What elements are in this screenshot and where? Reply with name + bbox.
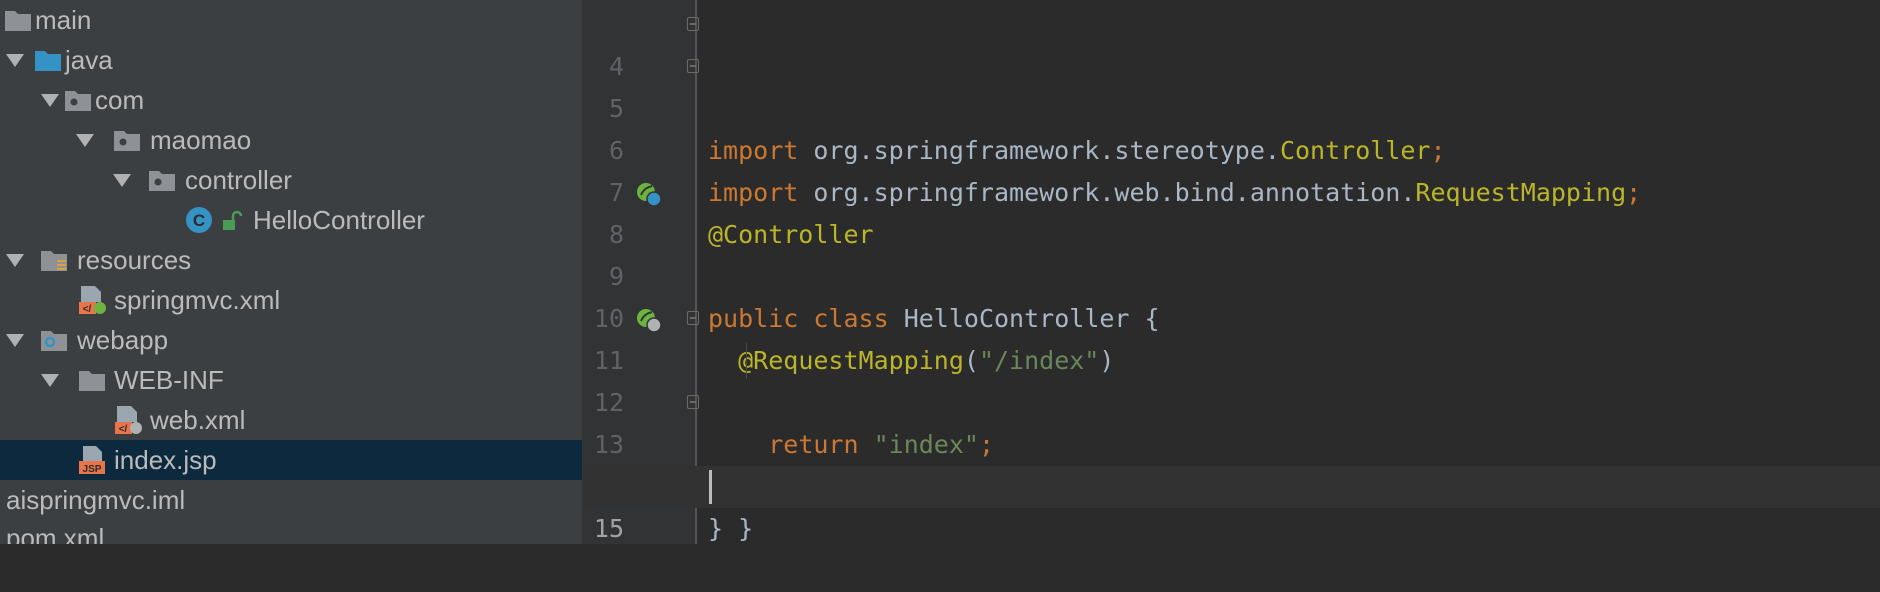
tree-item-java[interactable]: java — [0, 40, 582, 80]
chevron-down-icon[interactable] — [113, 174, 131, 187]
code-line: 9 — [584, 214, 1880, 291]
code-line: 10 @RequestMapping("/index") — [584, 256, 1880, 375]
code-line: 13 } — [584, 382, 1880, 543]
chevron-down-icon[interactable] — [6, 254, 24, 267]
chevron-down-icon[interactable] — [41, 374, 59, 387]
tree-item-webapp[interactable]: webapp — [0, 320, 582, 360]
tree-item-label: HelloController — [253, 205, 425, 235]
fold-icon[interactable] — [687, 59, 699, 73]
indent-guide — [746, 343, 747, 379]
web-xml-icon: </ — [115, 406, 142, 435]
tree-item-label: webapp — [77, 325, 169, 355]
code-line: 12 return "index"; — [584, 340, 1880, 459]
spring-bean-gutter-icon[interactable] — [634, 180, 664, 208]
tree-item-aispringmvc-iml[interactable]: aispringmvc.iml — [0, 480, 582, 520]
fold-icon[interactable] — [687, 395, 699, 409]
tree-item-hellocontroller[interactable]: C HelloController — [0, 200, 582, 240]
svg-text:</: </ — [83, 304, 92, 315]
chevron-down-icon[interactable] — [41, 94, 59, 107]
code-editor[interactable]: 4 import org.springframework.stereotype.… — [584, 0, 1880, 544]
java-class-icon: C — [186, 207, 212, 233]
package-icon — [149, 171, 175, 191]
tree-item-web-xml[interactable]: </ web.xml — [0, 400, 582, 440]
project-tree: main java com maomao controller C HelloC… — [0, 0, 582, 544]
folder-icon — [5, 11, 31, 31]
code-line: 8 public class HelloController { — [584, 172, 1880, 333]
tree-item-index-jsp[interactable]: JSP index.jsp — [0, 440, 582, 480]
tree-item-label: controller — [185, 165, 292, 195]
fold-icon[interactable] — [687, 17, 699, 31]
tree-item-label: com — [95, 85, 145, 115]
tree-item-label: aispringmvc.iml — [6, 485, 186, 515]
code-line: 4 import org.springframework.stereotype.… — [584, 4, 1880, 165]
chevron-down-icon[interactable] — [6, 54, 24, 67]
tree-item-label: WEB-INF — [114, 365, 224, 395]
tree-item-com[interactable]: com — [0, 80, 582, 120]
source-folder-icon — [35, 51, 61, 71]
jsp-file-icon: JSP — [79, 446, 105, 475]
tree-item-resources[interactable]: resources — [0, 240, 582, 280]
tree-item-label: main — [35, 5, 92, 35]
folder-icon — [79, 371, 105, 391]
package-icon — [65, 91, 91, 111]
chevron-down-icon[interactable] — [6, 334, 24, 347]
svg-text:</: </ — [119, 424, 128, 435]
current-code-line: 15 — [584, 466, 1880, 543]
code-line: 14 } — [584, 424, 1880, 543]
svg-text:JSP: JSP — [83, 464, 102, 475]
tree-item-label: index.jsp — [114, 445, 217, 475]
tree-item-main[interactable]: main — [0, 0, 582, 40]
tree-item-label: resources — [77, 245, 192, 275]
tree-item-web-inf[interactable]: WEB-INF — [0, 360, 582, 400]
tree-item-pom-xml[interactable]: pom.xml — [0, 518, 582, 544]
tree-item-springmvc-xml[interactable]: </ springmvc.xml — [0, 280, 582, 320]
svg-text:C: C — [193, 211, 205, 230]
tree-item-controller[interactable]: controller — [0, 160, 582, 200]
tree-item-label: java — [65, 45, 113, 75]
web-folder-icon — [41, 331, 67, 351]
web-request-gutter-icon[interactable] — [634, 306, 664, 334]
unlock-icon — [223, 210, 242, 230]
tree-item-label: pom.xml — [6, 523, 105, 544]
chevron-down-icon[interactable] — [76, 134, 94, 147]
tree-item-maomao[interactable]: maomao — [0, 120, 582, 160]
fold-icon[interactable] — [687, 311, 699, 325]
tree-item-label: springmvc.xml — [114, 285, 281, 315]
tree-item-label: maomao — [150, 125, 252, 155]
code-line: 7 @Controller — [584, 130, 1880, 249]
package-icon — [114, 131, 140, 151]
code-line: 6 — [584, 88, 1880, 165]
code-line: 11 public String index(){ — [584, 298, 1880, 501]
resources-folder-icon — [41, 251, 67, 271]
spring-xml-icon: </ — [79, 286, 106, 315]
text-caret — [709, 470, 712, 504]
tree-item-label: web.xml — [150, 405, 246, 435]
code-line: 5 import org.springframework.web.bind.an… — [584, 46, 1880, 207]
